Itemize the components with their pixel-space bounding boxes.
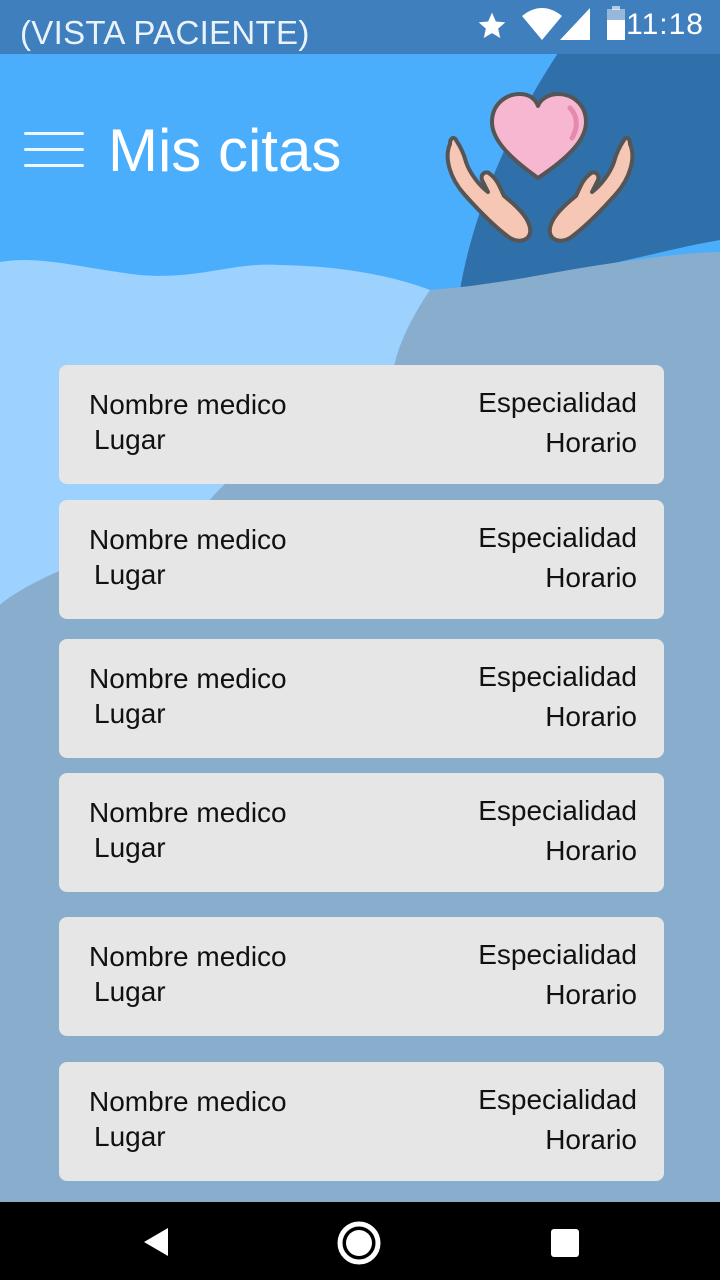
back-icon[interactable] — [140, 1226, 172, 1258]
appointment-place: Lugar — [94, 832, 166, 863]
battery-icon — [607, 6, 625, 40]
appointment-card[interactable]: Nombre medico Lugar Especialidad Horario — [59, 500, 664, 619]
doctor-name: Nombre medico — [89, 524, 287, 555]
status-bar-time: 11:18 — [626, 8, 704, 41]
doctor-specialty: Especialidad — [478, 661, 637, 692]
recents-icon[interactable] — [550, 1228, 580, 1258]
home-icon[interactable] — [336, 1220, 382, 1266]
appointment-card[interactable]: Nombre medico Lugar Especialidad Horario — [59, 365, 664, 484]
appointment-place: Lugar — [94, 559, 166, 590]
navigation-bar — [0, 1202, 720, 1280]
wifi-icon — [522, 8, 562, 40]
appointment-schedule: Horario — [545, 1124, 637, 1155]
status-bar-label: (VISTA PACIENTE) — [20, 14, 310, 51]
status-bar-icons: 11:18 — [460, 0, 720, 54]
cell-signal-icon — [560, 8, 590, 40]
appointment-schedule: Horario — [545, 835, 637, 866]
appointment-schedule: Horario — [545, 701, 637, 732]
doctor-name: Nombre medico — [89, 663, 287, 694]
doctor-specialty: Especialidad — [478, 1084, 637, 1115]
status-bar: (VISTA PACIENTE) 11:18 — [0, 0, 720, 54]
appointment-card[interactable]: Nombre medico Lugar Especialidad Horario — [59, 1062, 664, 1181]
heart-in-hands-icon — [445, 92, 635, 243]
appointment-schedule: Horario — [545, 427, 637, 458]
doctor-specialty: Especialidad — [478, 795, 637, 826]
appointment-card[interactable]: Nombre medico Lugar Especialidad Horario — [59, 773, 664, 892]
doctor-specialty: Especialidad — [478, 939, 637, 970]
page-title: Mis citas — [108, 117, 342, 184]
doctor-name: Nombre medico — [89, 941, 287, 972]
doctor-name: Nombre medico — [89, 1086, 287, 1117]
appointment-place: Lugar — [94, 1121, 166, 1152]
appointment-place: Lugar — [94, 976, 166, 1007]
doctor-specialty: Especialidad — [478, 522, 637, 553]
doctor-name: Nombre medico — [89, 389, 287, 420]
doctor-name: Nombre medico — [89, 797, 287, 828]
appointment-place: Lugar — [94, 698, 166, 729]
hamburger-menu-icon[interactable] — [24, 128, 88, 176]
star-icon — [478, 12, 506, 38]
appointment-card[interactable]: Nombre medico Lugar Especialidad Horario — [59, 639, 664, 758]
appointment-schedule: Horario — [545, 979, 637, 1010]
appointment-card[interactable]: Nombre medico Lugar Especialidad Horario — [59, 917, 664, 1036]
appointment-place: Lugar — [94, 424, 166, 455]
doctor-specialty: Especialidad — [478, 387, 637, 418]
appointment-schedule: Horario — [545, 562, 637, 593]
